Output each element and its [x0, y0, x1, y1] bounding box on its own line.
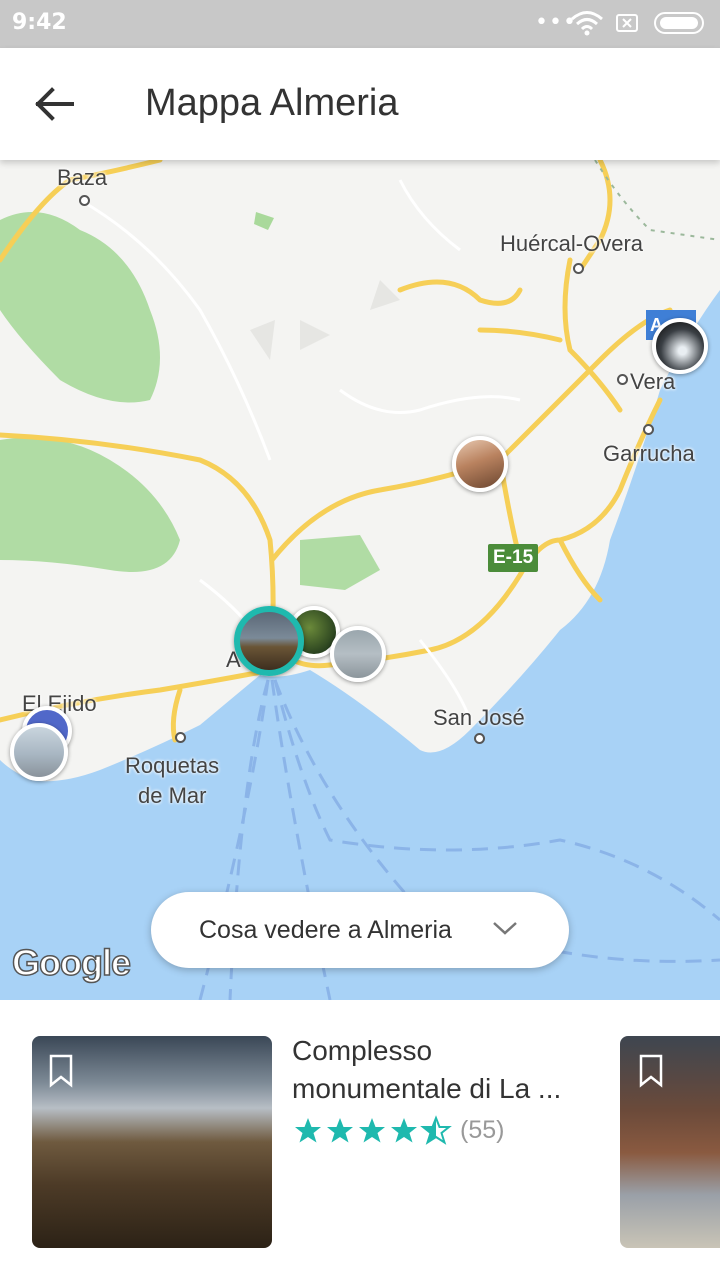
back-button[interactable] [30, 82, 82, 126]
status-bar: 9:42 ••• [0, 0, 720, 48]
place-label-de-mar: de Mar [138, 783, 207, 808]
review-count: (55) [460, 1116, 505, 1144]
map-photo-pin-vera[interactable] [652, 318, 708, 374]
app-bar: Mappa Almeria [0, 48, 720, 160]
status-time: 9:42 [12, 10, 67, 35]
category-dropdown-label: Cosa vedere a Almeria [199, 916, 452, 944]
map-view[interactable]: Baza Huércal-Overa Vera Garrucha El Ejid… [0, 160, 720, 1000]
place-dot [643, 424, 654, 435]
place-dot [617, 374, 628, 385]
map-photo-pin[interactable] [452, 436, 508, 492]
arrow-left-icon [35, 87, 74, 121]
place-dot [79, 195, 90, 206]
place-card-image[interactable] [620, 1036, 720, 1248]
place-label-san-jose: San José [433, 705, 525, 730]
map-photo-pin-selected[interactable] [234, 606, 304, 676]
rating-stars [295, 1117, 450, 1144]
wifi-icon [570, 10, 604, 40]
map-base [0, 160, 720, 1000]
page-title: Mappa Almeria [145, 82, 399, 124]
map-photo-pin[interactable] [330, 626, 386, 682]
battery-icon [654, 12, 704, 34]
star-icon [359, 1118, 385, 1143]
bookmark-icon[interactable] [638, 1054, 664, 1088]
place-dot [573, 263, 584, 274]
place-label-baza: Baza [57, 165, 108, 190]
map-photo-pin-el-ejido[interactable] [10, 723, 68, 781]
no-sim-icon [616, 14, 638, 32]
chevron-down-icon [493, 922, 517, 935]
category-dropdown[interactable]: Cosa vedere a Almeria [151, 892, 569, 968]
place-label-roquetas: Roquetas [125, 753, 220, 778]
star-icon [327, 1118, 353, 1143]
place-label-huercal-overa: Huércal-Overa [500, 231, 644, 256]
place-card-title: Complesso monumentale di La ... [292, 1035, 562, 1104]
place-label-garrucha: Garrucha [603, 441, 695, 466]
place-label-vera: Vera [630, 369, 676, 394]
place-card-image[interactable] [32, 1036, 272, 1248]
place-dot [474, 733, 485, 744]
place-dot [175, 732, 186, 743]
google-logo: Google [11, 941, 132, 984]
road-shield-e15: E-15 [488, 544, 539, 572]
star-icon [295, 1118, 321, 1143]
star-icon [391, 1118, 417, 1143]
half-star-icon [422, 1117, 450, 1144]
bookmark-icon[interactable] [48, 1054, 74, 1088]
